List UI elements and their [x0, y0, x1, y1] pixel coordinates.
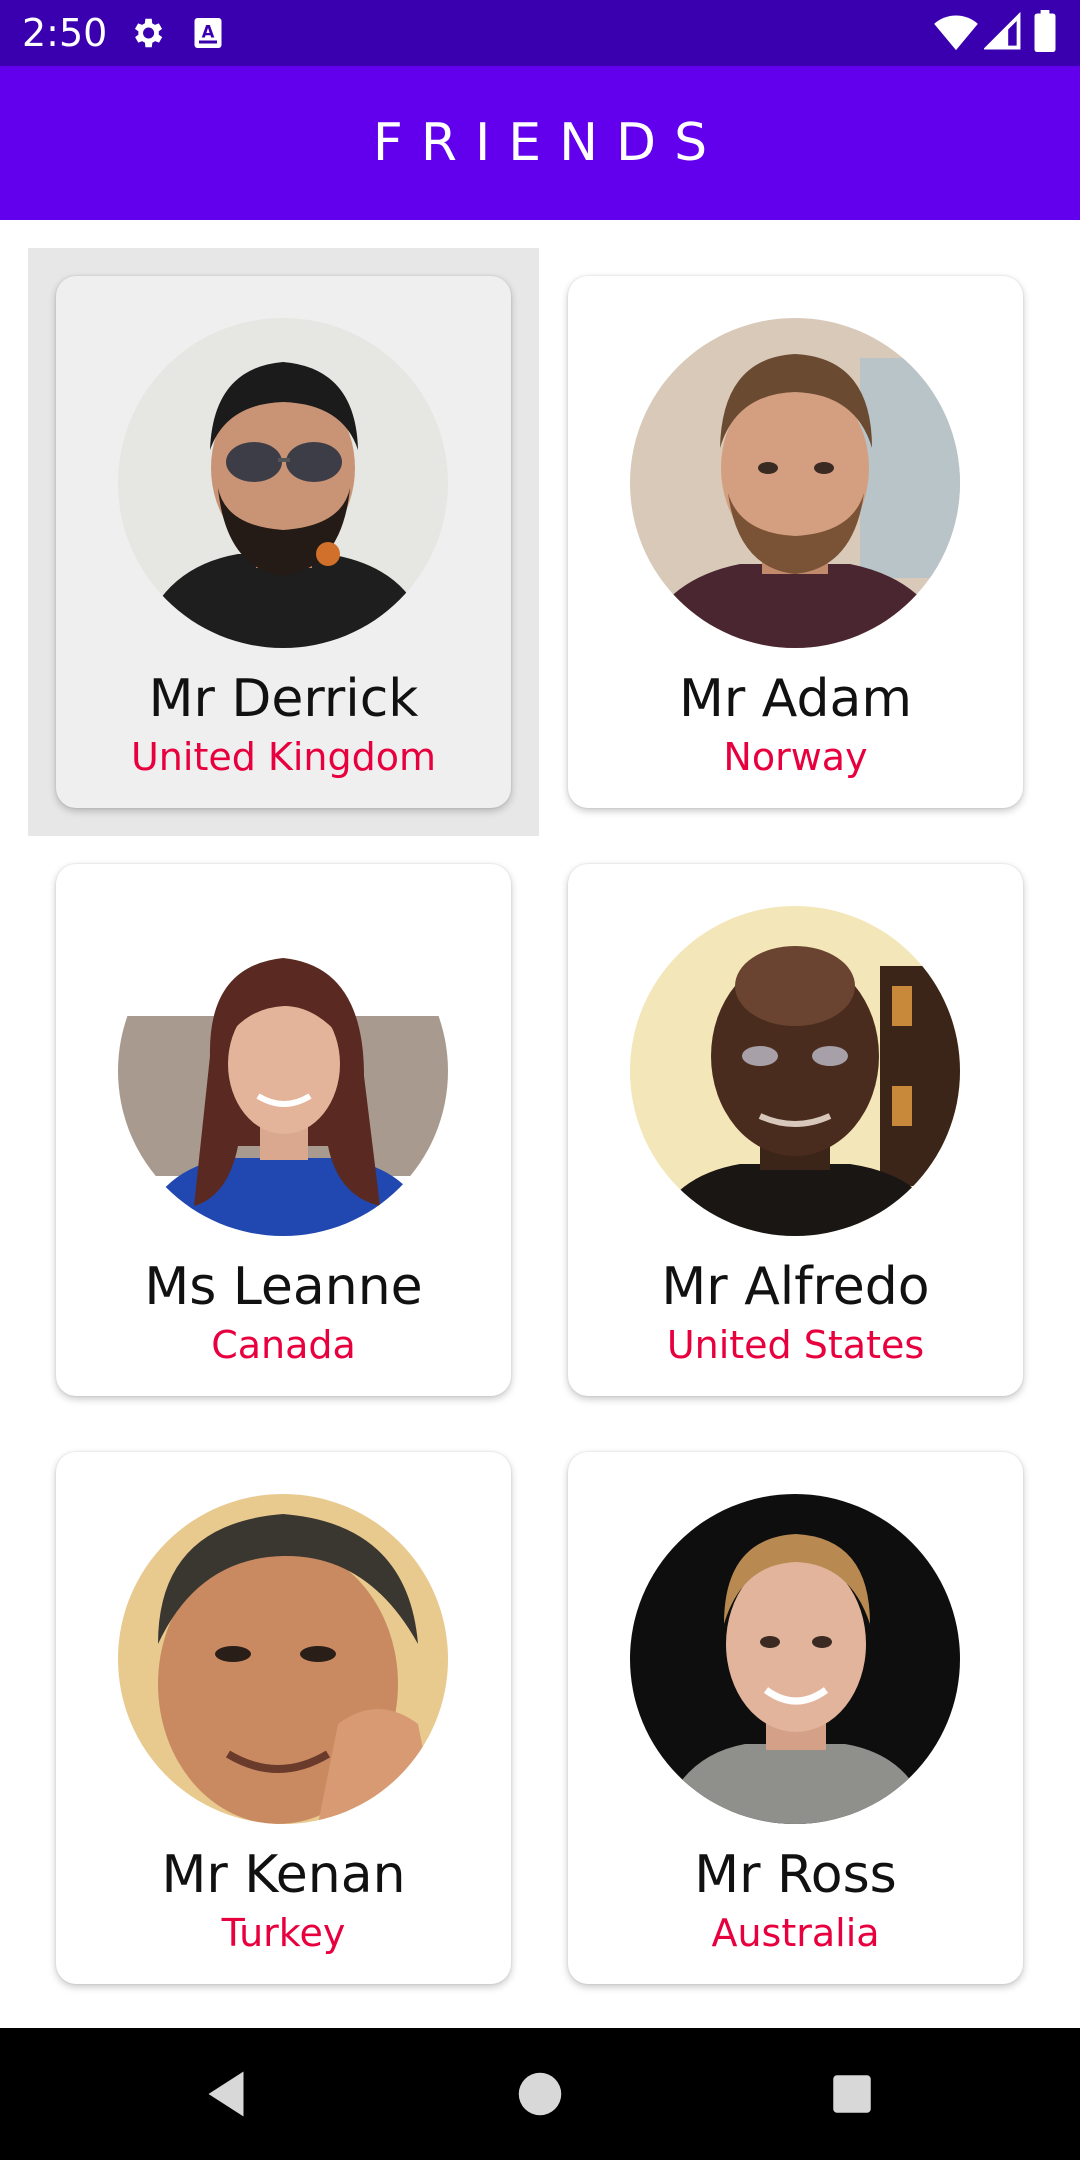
friend-card[interactable]: Mr Adam Norway [568, 276, 1023, 808]
friend-card[interactable]: Mr Kenan Turkey [56, 1452, 511, 1984]
friend-name: Mr Ross [694, 1845, 897, 1905]
friend-cell[interactable]: Ms Leanne Canada [28, 836, 539, 1424]
svg-text:A: A [202, 23, 215, 42]
friend-cell[interactable]: Mr Adam Norway [540, 248, 1051, 836]
friend-cell[interactable]: Mr Derrick United Kingdom [28, 248, 539, 836]
battery-icon [1034, 10, 1056, 57]
page-title: FRIENDS [372, 113, 726, 173]
home-icon[interactable] [510, 2064, 570, 2124]
friend-name: Mr Adam [679, 669, 912, 729]
back-icon[interactable] [196, 2064, 256, 2124]
avatar [118, 906, 448, 1236]
friend-country: Canada [211, 1323, 356, 1367]
status-bar: 2:50 A [0, 0, 1080, 66]
status-time: 2:50 [22, 11, 108, 55]
friend-card[interactable]: Mr Alfredo United States [568, 864, 1023, 1396]
friend-name: Mr Derrick [148, 669, 419, 729]
friend-cell[interactable]: Mr Kenan Turkey [28, 1424, 539, 2012]
friend-country: Turkey [221, 1911, 346, 1955]
avatar [630, 1494, 960, 1824]
avatar [630, 318, 960, 648]
friend-country: Australia [711, 1911, 880, 1955]
wifi-icon [934, 12, 978, 57]
friend-country: United States [666, 1323, 925, 1367]
avatar [118, 318, 448, 648]
friend-card[interactable]: Ms Leanne Canada [56, 864, 511, 1396]
friend-cell[interactable]: Mr Alfredo United States [540, 836, 1051, 1424]
app-bar: FRIENDS [0, 66, 1080, 220]
avatar [118, 1494, 448, 1824]
friends-grid: Mr Derrick United Kingdom Mr Adam Norway… [0, 220, 1080, 2028]
friend-card[interactable]: Mr Ross Australia [568, 1452, 1023, 1984]
friend-name: Mr Alfredo [661, 1257, 930, 1317]
friend-country: United Kingdom [130, 735, 436, 779]
friend-name: Ms Leanne [144, 1257, 423, 1317]
avatar [630, 906, 960, 1236]
navigation-bar [0, 2028, 1080, 2160]
a-badge-icon: A [190, 14, 226, 57]
friend-card[interactable]: Mr Derrick United Kingdom [56, 276, 511, 808]
recents-icon[interactable] [822, 2064, 882, 2124]
friend-country: Norway [723, 735, 868, 779]
gear-icon [128, 14, 166, 57]
friend-cell[interactable]: Mr Ross Australia [540, 1424, 1051, 2012]
friend-name: Mr Kenan [161, 1845, 406, 1905]
signal-icon [982, 11, 1022, 57]
